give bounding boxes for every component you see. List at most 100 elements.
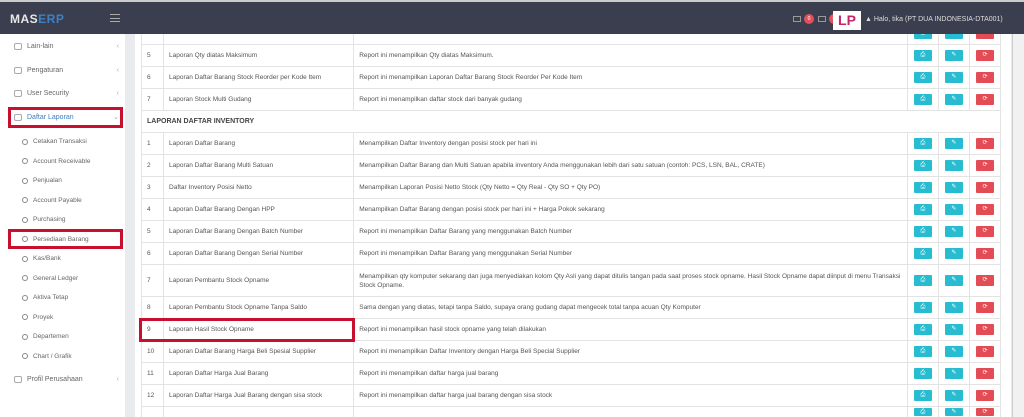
reset-button[interactable]: ⟳ xyxy=(976,182,994,193)
edit-button[interactable]: ✎ xyxy=(945,94,963,105)
company-avatar[interactable]: LP xyxy=(833,11,861,30)
reset-button[interactable]: ⟳ xyxy=(976,324,994,335)
report-name[interactable]: Laporan Daftar Barang Stock Reorder per … xyxy=(164,67,354,89)
reset-button[interactable]: ⟳ xyxy=(976,94,994,105)
scrollbar[interactable] xyxy=(1012,34,1024,417)
edit-button[interactable]: ✎ xyxy=(945,248,963,259)
edit-button[interactable]: ✎ xyxy=(945,204,963,215)
edit-button[interactable]: ✎ xyxy=(945,275,963,286)
print-button[interactable]: ⎙ xyxy=(914,368,932,379)
row-number: 6 xyxy=(142,243,164,265)
report-name[interactable]: Laporan Daftar Barang Dengan Batch Numbe… xyxy=(164,221,354,243)
report-name[interactable]: Laporan Daftar Harga Jual Barang xyxy=(164,363,354,385)
sidebar-subitem[interactable]: Account Receivable xyxy=(22,158,90,165)
print-button[interactable]: ⎙ xyxy=(914,302,932,313)
sidebar-item-profil[interactable]: Profil Perusahaan‹ xyxy=(14,376,119,383)
sidebar-subitem[interactable]: General Ledger xyxy=(22,275,78,282)
report-description: Menampilkan qty komputer sekarang dan ju… xyxy=(354,265,908,297)
messages-notification[interactable]: 0 xyxy=(793,14,814,24)
reset-button[interactable]: ⟳ xyxy=(976,368,994,379)
report-name[interactable]: Laporan Daftar Barang Harga Beli Spesial… xyxy=(164,341,354,363)
print-button[interactable]: ⎙ xyxy=(914,390,932,401)
report-name[interactable]: Daftar Inventory Posisi Netto xyxy=(164,177,354,199)
edit-button[interactable]: ✎ xyxy=(945,408,963,416)
edit-button[interactable]: ✎ xyxy=(945,302,963,313)
sidebar-subitem[interactable]: Aktiva Tetap xyxy=(22,294,68,301)
reset-button[interactable]: ⟳ xyxy=(976,50,994,61)
reset-button[interactable]: ⟳ xyxy=(976,275,994,286)
sidebar-subitem[interactable]: Departemen xyxy=(22,333,69,340)
print-button[interactable]: ⎙ xyxy=(914,160,932,171)
row-number: 10 xyxy=(142,341,164,363)
circle-icon xyxy=(22,275,28,281)
edit-button[interactable]: ✎ xyxy=(945,50,963,61)
logo-text-a: MAS xyxy=(10,12,38,26)
reset-button[interactable]: ⟳ xyxy=(976,204,994,215)
print-button[interactable]: ⎙ xyxy=(914,346,932,357)
report-name[interactable] xyxy=(164,34,354,45)
report-description: Menampilkan Laporan Posisi Netto Stock (… xyxy=(354,177,908,199)
report-name[interactable]: Laporan Pembantu Stock Opname Tanpa Sald… xyxy=(164,297,354,319)
reset-button[interactable]: ⟳ xyxy=(976,160,994,171)
reset-button[interactable]: ⟳ xyxy=(976,34,994,39)
sidebar-item[interactable]: Lain-lain‹ xyxy=(14,43,119,50)
row-number: 2 xyxy=(142,155,164,177)
print-button[interactable]: ⎙ xyxy=(914,204,932,215)
print-button[interactable]: ⎙ xyxy=(914,138,932,149)
sidebar-subitem[interactable]: Penjualan xyxy=(22,177,62,184)
edit-button[interactable]: ✎ xyxy=(945,72,963,83)
edit-button[interactable]: ✎ xyxy=(945,160,963,171)
sidebar-subitem[interactable]: Account Payable xyxy=(22,197,82,204)
reset-button[interactable]: ⟳ xyxy=(976,302,994,313)
report-name[interactable]: Laporan Qty diatas Maksimum xyxy=(164,45,354,67)
print-button[interactable]: ⎙ xyxy=(914,226,932,237)
report-name[interactable]: Laporan Daftar Barang xyxy=(164,133,354,155)
print-button[interactable]: ⎙ xyxy=(914,275,932,286)
sidebar-subitem[interactable]: Purchasing xyxy=(22,216,66,223)
report-name[interactable]: Laporan Pembantu Stock Opname xyxy=(164,265,354,297)
print-button[interactable]: ⎙ xyxy=(914,94,932,105)
print-button[interactable]: ⎙ xyxy=(914,324,932,335)
sidebar-item[interactable]: Pengaturan‹ xyxy=(14,67,119,74)
edit-button[interactable]: ✎ xyxy=(945,390,963,401)
sidebar-item[interactable]: User Security‹ xyxy=(14,90,119,97)
print-button[interactable]: ⎙ xyxy=(914,34,932,39)
report-name[interactable]: Laporan Daftar Harga Jual Barang dengan … xyxy=(164,385,354,407)
report-description: Report ini menampilkan Qty diatas Maksim… xyxy=(354,45,908,67)
edit-button[interactable]: ✎ xyxy=(945,182,963,193)
report-name[interactable] xyxy=(164,407,354,417)
table-row: 12 Laporan Daftar Harga Jual Barang deng… xyxy=(142,385,1001,407)
row-number xyxy=(142,407,164,417)
chevron-icon: ‹ xyxy=(117,90,119,97)
edit-button[interactable]: ✎ xyxy=(945,226,963,237)
reset-button[interactable]: ⟳ xyxy=(976,390,994,401)
print-button[interactable]: ⎙ xyxy=(914,72,932,83)
edit-button[interactable]: ✎ xyxy=(945,138,963,149)
report-description: Report ini menampilkan daftar harga jual… xyxy=(354,385,908,407)
menu-toggle-icon[interactable] xyxy=(110,14,120,22)
sidebar-subitem[interactable]: Proyek xyxy=(22,314,53,321)
print-button[interactable]: ⎙ xyxy=(914,182,932,193)
reset-button[interactable]: ⟳ xyxy=(976,408,994,416)
reset-button[interactable]: ⟳ xyxy=(976,138,994,149)
logo[interactable]: MASERP xyxy=(10,12,64,26)
report-name[interactable]: Laporan Daftar Barang Dengan HPP xyxy=(164,199,354,221)
print-button[interactable]: ⎙ xyxy=(914,408,932,416)
reset-button[interactable]: ⟳ xyxy=(976,226,994,237)
reset-button[interactable]: ⟳ xyxy=(976,72,994,83)
sidebar-subitem[interactable]: Chart / Grafik xyxy=(22,353,72,360)
edit-button[interactable]: ✎ xyxy=(945,368,963,379)
report-name[interactable]: Laporan Daftar Barang Multi Satuan xyxy=(164,155,354,177)
edit-button[interactable]: ✎ xyxy=(945,324,963,335)
report-name[interactable]: Laporan Stock Multi Gudang xyxy=(164,89,354,111)
print-button[interactable]: ⎙ xyxy=(914,50,932,61)
reset-button[interactable]: ⟳ xyxy=(976,248,994,259)
user-menu[interactable]: ▲ Halo, tika (PT DUA INDONESIA-DTA001) xyxy=(865,16,1003,23)
sidebar-subitem[interactable]: Cetakan Transaksi xyxy=(22,138,87,145)
edit-button[interactable]: ✎ xyxy=(945,346,963,357)
edit-button[interactable]: ✎ xyxy=(945,34,963,39)
report-name[interactable]: Laporan Daftar Barang Dengan Serial Numb… xyxy=(164,243,354,265)
reset-button[interactable]: ⟳ xyxy=(976,346,994,357)
print-button[interactable]: ⎙ xyxy=(914,248,932,259)
sidebar-subitem[interactable]: Kas/Bank xyxy=(22,255,61,262)
